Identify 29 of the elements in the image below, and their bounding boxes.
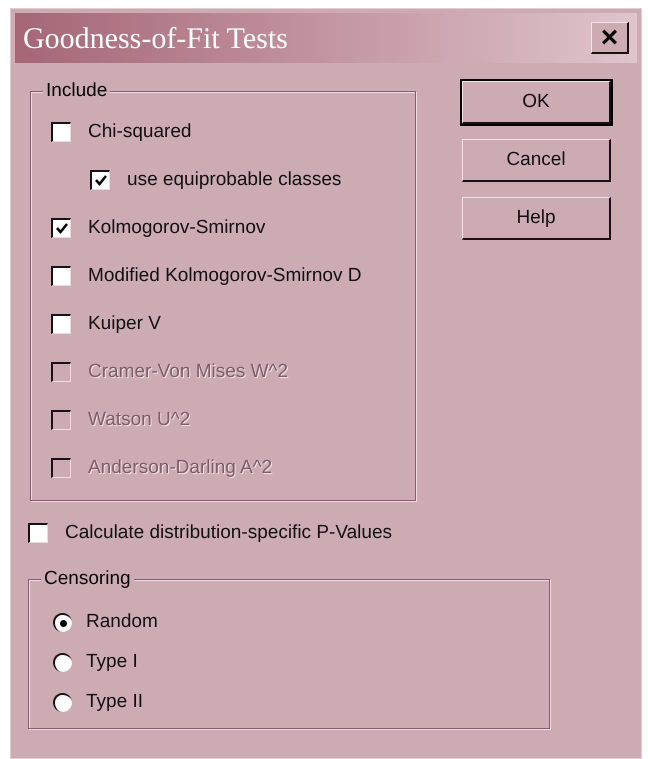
window-title: Goodness-of-Fit Tests: [23, 20, 288, 56]
checkbox[interactable]: [51, 314, 71, 334]
checkbox-label: Watson U^2: [88, 408, 190, 432]
radio-label: Type II: [86, 690, 144, 714]
group-label: Censoring: [41, 568, 134, 590]
checkbox[interactable]: [51, 122, 71, 142]
checkbox-label: Anderson-Darling A^2: [88, 456, 272, 480]
close-button[interactable]: ×: [591, 22, 629, 54]
checkbox-label: Chi-squared: [88, 120, 192, 144]
checkbox-label: Calculate distribution-specific P-Values: [65, 520, 392, 545]
checkbox[interactable]: [90, 170, 110, 190]
radio-label: Random: [86, 610, 158, 634]
radio-button[interactable]: [53, 652, 72, 672]
checkbox-label: Kuiper V: [88, 312, 161, 336]
checkbox[interactable]: [51, 266, 71, 286]
checkbox-label: Cramer-Von Mises W^2: [88, 360, 288, 384]
dialog-button[interactable]: Help: [462, 197, 611, 240]
checkmark-icon: [94, 175, 106, 186]
radio-button[interactable]: [53, 612, 72, 632]
checkmark-icon: [56, 223, 68, 234]
checkbox-label: Modified Kolmogorov-Smirnov D: [88, 264, 362, 288]
radio-label: Type I: [86, 650, 138, 674]
radio-button[interactable]: [53, 692, 72, 712]
checkbox[interactable]: [51, 218, 71, 238]
dialog-button[interactable]: OK: [462, 81, 611, 124]
dialog-button[interactable]: Cancel: [462, 139, 611, 182]
checkbox-label: use equiprobable classes: [127, 168, 342, 192]
checkbox-label: Kolmogorov-Smirnov: [88, 216, 266, 240]
checkbox[interactable]: [28, 523, 48, 543]
